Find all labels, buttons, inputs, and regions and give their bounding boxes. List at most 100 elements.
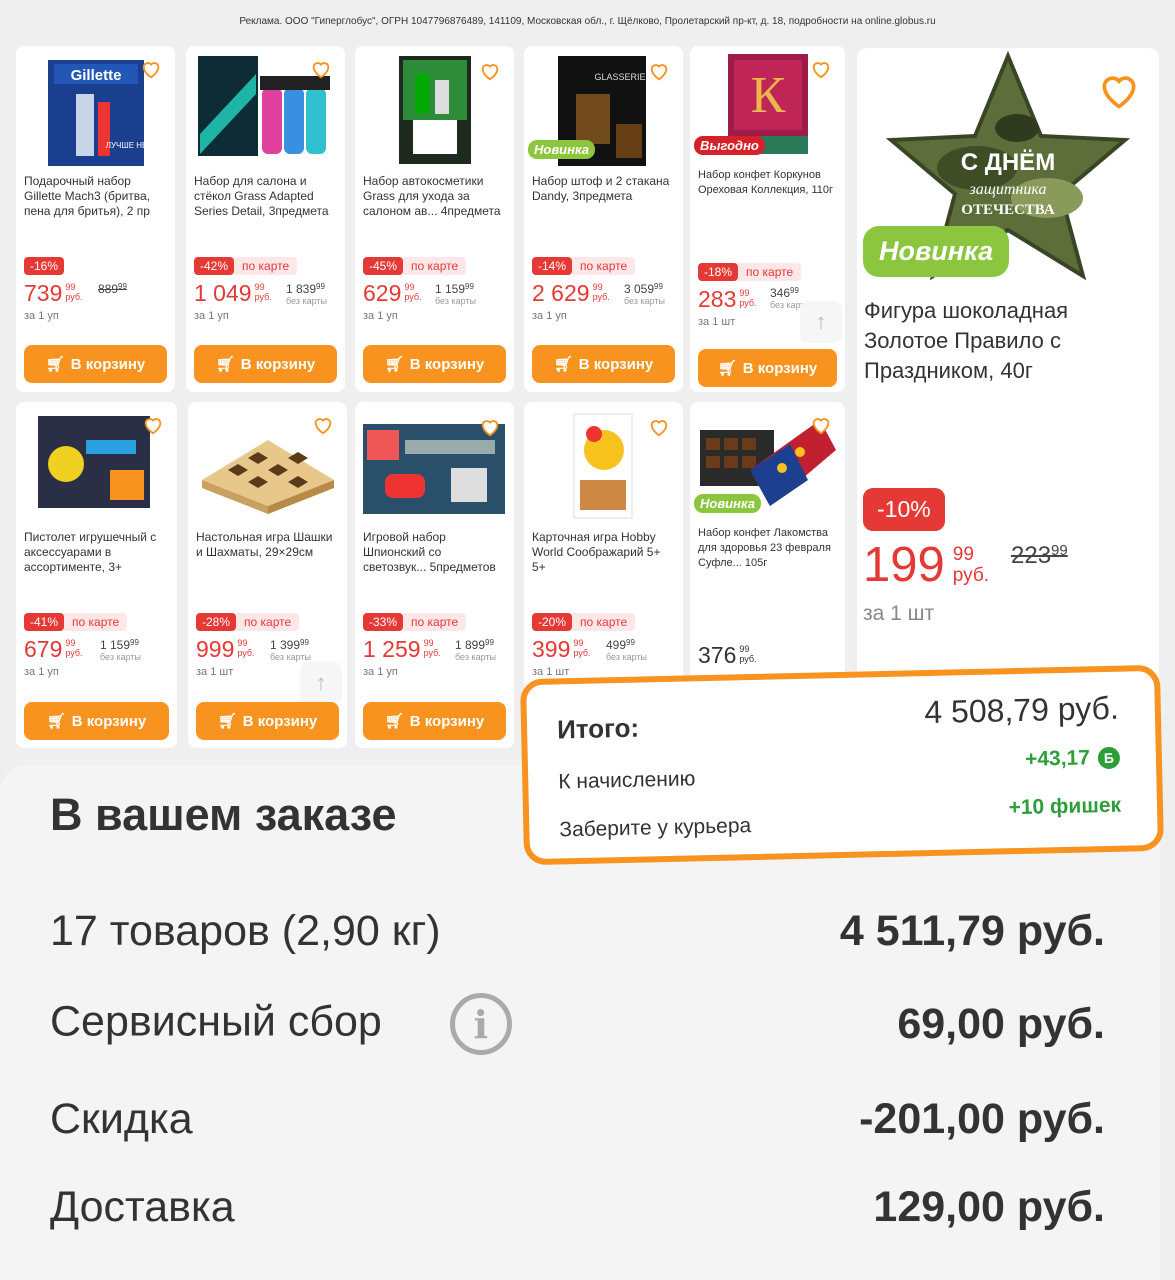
discount-badge: -14% по карте: [532, 256, 636, 276]
add-to-cart-button[interactable]: 🛒︎ В корзину: [24, 345, 167, 383]
add-to-cart-button[interactable]: 🛒︎ В корзину: [363, 345, 506, 383]
cart-icon: 🛒︎: [553, 356, 573, 373]
product-name[interactable]: Набор автокосметики Grass для ухода за с…: [363, 174, 506, 219]
product-card[interactable]: Новинка Набор конфет Лакомства для здоро…: [690, 402, 845, 692]
new-badge: Новинка: [694, 494, 761, 513]
favorite-heart-icon[interactable]: [312, 414, 334, 436]
old-price: 1 89999 без карты: [455, 638, 497, 662]
courier-label: Заберите у курьера: [559, 814, 752, 842]
discount-badge: -20% по карте: [532, 612, 636, 632]
product-name[interactable]: Настольная игра Шашки и Шахматы, 29×29см: [196, 530, 339, 560]
delivery-row: Доставка 129,00 руб.: [50, 1183, 1105, 1232]
product-name[interactable]: Набор для салона и стёкол Grass Adapted …: [194, 174, 337, 219]
unit-label: за 1 уп: [363, 666, 398, 678]
product-card[interactable]: GLASSERIE Новинка Набор штоф и 2 стакана…: [524, 46, 683, 392]
favorite-heart-icon[interactable]: [648, 60, 670, 82]
old-price: 22399: [1011, 542, 1068, 569]
old-price: 1 15999 без карты: [100, 638, 142, 662]
accrual-label: К начислению: [558, 767, 696, 794]
service-fee-label: Сервисный сбор: [50, 997, 382, 1046]
discount-label: Скидка: [50, 1095, 193, 1143]
cart-icon: 🛒︎: [45, 356, 65, 373]
product-card[interactable]: К Выгодно Набор конфет Коркунов Ореховая…: [690, 46, 845, 392]
unit-label: за 1 уп: [24, 310, 59, 322]
total-label: Итого:: [556, 712, 640, 745]
discount-value: -201,00 руб.: [859, 1095, 1105, 1143]
info-icon[interactable]: i: [449, 993, 512, 1055]
scroll-up-button[interactable]: ↑: [300, 662, 342, 704]
favorite-heart-icon[interactable]: [479, 60, 501, 82]
old-price: 1 15999 без карты: [435, 282, 477, 306]
scroll-up-button[interactable]: ↑: [800, 301, 842, 343]
accrual-value: +43,17 Б: [1025, 746, 1121, 772]
unit-label: за 1 шт: [196, 666, 234, 678]
cart-icon: 🛒︎: [384, 713, 404, 730]
old-price: 49999 без карты: [606, 638, 648, 662]
svg-text:ЛУЧШЕ НЕТ: ЛУЧШЕ НЕТ: [106, 141, 153, 150]
unit-label: за 1 уп: [363, 310, 398, 322]
unit-label: за 1 шт: [698, 316, 736, 328]
product-name[interactable]: Набор конфет Коркунов Ореховая Коллекция…: [698, 168, 837, 198]
service-fee-value: 69,00 руб.: [897, 999, 1105, 1048]
discount-badge: -45% по карте: [363, 256, 467, 276]
svg-text:GLASSERIE: GLASSERIE: [594, 72, 645, 82]
product-name[interactable]: Подарочный набор Gillette Mach3 (бритва,…: [24, 174, 167, 219]
product-price: 199 99 руб.: [863, 538, 989, 592]
add-to-cart-button[interactable]: 🛒︎ В корзину: [363, 702, 506, 740]
product-card[interactable]: Настольная игра Шашки и Шахматы, 29×29см…: [188, 402, 347, 748]
cart-icon: 🛒︎: [217, 713, 237, 730]
product-card[interactable]: Набор автокосметики Grass для ухода за с…: [355, 46, 514, 392]
product-card[interactable]: Карточная игра Hobby World Соображарий 5…: [524, 402, 683, 702]
total-value: 4 508,79 руб.: [923, 689, 1120, 731]
add-to-cart-button[interactable]: 🛒︎ В корзину: [532, 345, 675, 383]
product-card[interactable]: Набор для салона и стёкол Grass Adapted …: [186, 46, 345, 392]
product-name[interactable]: Пистолет игрушечный с аксессуарами в асс…: [24, 530, 169, 575]
favorite-heart-icon[interactable]: [810, 58, 832, 80]
service-fee-row: Сервисный сбор i 69,00 руб.: [50, 993, 1105, 1055]
add-to-cart-button[interactable]: 🛒︎ В корзину: [194, 345, 337, 383]
cart-icon: 🛒︎: [717, 360, 737, 377]
product-name[interactable]: Набор штоф и 2 стакана Dandy, 3предмета: [532, 174, 675, 204]
product-card[interactable]: Пистолет игрушечный с аксессуарами в асс…: [16, 402, 177, 748]
discount-badge: -16%: [24, 256, 65, 276]
product-price: 2 629 99 руб.: [532, 280, 610, 306]
favorite-heart-icon[interactable]: [1097, 68, 1141, 112]
product-name[interactable]: Карточная игра Hobby World Соображарий 5…: [532, 530, 675, 575]
courier-value: +10 фишек: [1008, 793, 1122, 820]
product-price: 283 99 руб.: [698, 286, 757, 312]
add-to-cart-button[interactable]: 🛒︎ В корзину: [698, 349, 837, 387]
ad-disclaimer: Реклама. ООО "Гиперглобус", ОГРН 1047796…: [239, 16, 936, 27]
product-price: 399 99 руб.: [532, 636, 591, 662]
cart-icon: 🛒︎: [46, 713, 66, 730]
product-card[interactable]: Игровой набор Шпионский со светозвук... …: [355, 402, 514, 748]
product-price: 1 049 99 руб.: [194, 280, 272, 306]
old-price: 1 83999 без карты: [286, 282, 328, 306]
unit-label: за 1 уп: [194, 310, 229, 322]
add-to-cart-button[interactable]: 🛒︎ В корзину: [24, 702, 169, 740]
favorite-heart-icon[interactable]: [140, 58, 162, 80]
product-card[interactable]: Gillette ЛУЧШЕ НЕТ Подарочный набор Gille…: [16, 46, 175, 392]
new-badge: Новинка: [528, 140, 595, 159]
favorite-heart-icon[interactable]: [648, 416, 670, 438]
unit-label: за 1 уп: [532, 310, 567, 322]
product-price: 679 99 руб.: [24, 636, 83, 662]
product-name[interactable]: Игровой набор Шпионский со светозвук... …: [363, 530, 506, 575]
discount-badge: -10%: [863, 488, 945, 531]
product-name[interactable]: Фигура шоколадная Золотое Правило с Праз…: [864, 296, 1149, 386]
product-price: 999 99 руб.: [196, 636, 255, 662]
product-name[interactable]: Набор конфет Лакомства для здоровья 23 ф…: [698, 526, 837, 571]
favorite-heart-icon[interactable]: [810, 414, 832, 436]
cart-icon: 🛒︎: [215, 356, 235, 373]
product-price: 1 259 99 руб.: [363, 636, 441, 662]
featured-product-card[interactable]: С ДНЁМ защитника ОТЕЧЕСТВА Новинка Фигур…: [857, 48, 1159, 688]
order-title: В вашем заказе: [50, 789, 397, 840]
unit-label: за 1 шт: [532, 666, 570, 678]
favorite-heart-icon[interactable]: [479, 416, 501, 438]
favorite-heart-icon[interactable]: [310, 58, 332, 80]
discount-badge: -33% по карте: [363, 612, 467, 632]
new-badge: Новинка: [863, 226, 1010, 277]
product-price: 629 99 руб.: [363, 280, 422, 306]
favorite-heart-icon[interactable]: [142, 414, 164, 436]
total-box: Итого: 4 508,79 руб. К начислению +43,17…: [519, 664, 1165, 866]
add-to-cart-button[interactable]: 🛒︎ В корзину: [196, 702, 339, 740]
